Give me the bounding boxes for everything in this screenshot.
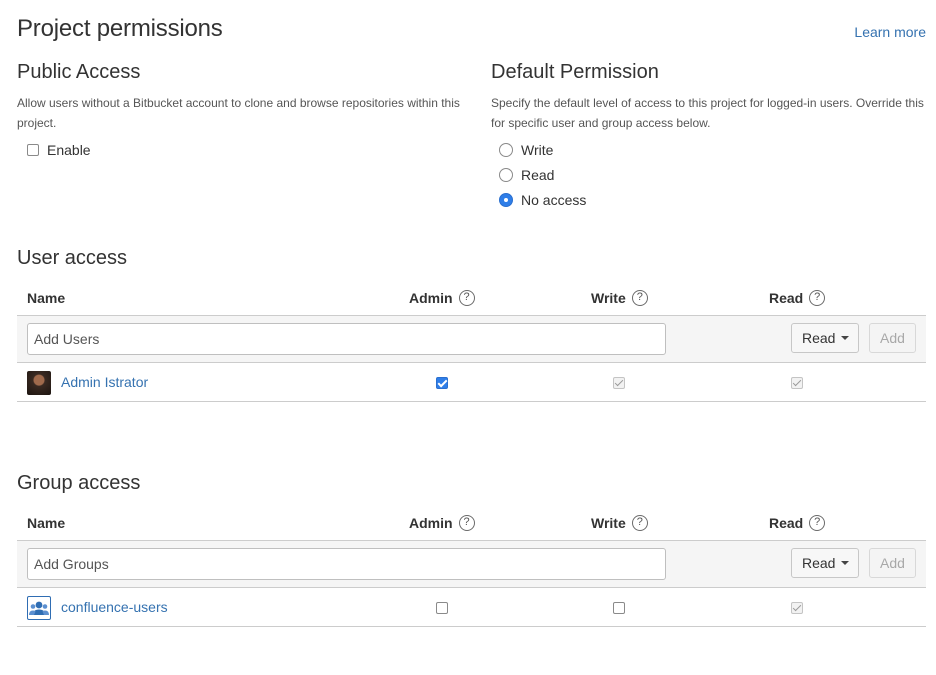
group-access-section: Group access Name Admin ? Write ? Read ?… bbox=[17, 472, 926, 627]
no-access-radio-label: No access bbox=[521, 191, 587, 208]
user-access-table-header: Name Admin ? Write ? Read ? bbox=[17, 280, 926, 315]
enable-label: Enable bbox=[47, 141, 91, 158]
read-column-header: Read ? bbox=[769, 505, 826, 540]
default-permission-description: Specify the default level of access to t… bbox=[491, 96, 924, 130]
name-column-header: Name bbox=[27, 289, 66, 306]
user-permission-dropdown[interactable]: Read bbox=[791, 323, 859, 353]
add-users-row: Read Add bbox=[17, 315, 926, 363]
read-permission-checkbox bbox=[791, 602, 803, 614]
table-row: Admin Istrator bbox=[17, 363, 926, 402]
public-access-panel: Public Access Allow users without a Bitb… bbox=[17, 61, 467, 162]
admin-permission-checkbox[interactable] bbox=[436, 602, 448, 614]
add-groups-input[interactable] bbox=[27, 548, 666, 580]
user-name-link[interactable]: Admin Istrator bbox=[61, 374, 148, 390]
write-permission-checkbox bbox=[613, 377, 625, 389]
write-radio-label: Write bbox=[521, 141, 554, 158]
read-column-header: Read ? bbox=[769, 280, 826, 315]
name-column-header: Name bbox=[27, 514, 66, 531]
question-circle-icon[interactable]: ? bbox=[458, 289, 475, 306]
chevron-down-icon bbox=[841, 336, 850, 340]
write-permission-checkbox[interactable] bbox=[613, 602, 625, 614]
public-access-title: Public Access bbox=[17, 61, 141, 83]
admin-column-header: Admin ? bbox=[409, 280, 475, 315]
no-access-radio[interactable] bbox=[499, 192, 513, 207]
user-access-section: User access Name Admin ? Write ? Read ? … bbox=[17, 247, 926, 402]
default-permission-title: Default Permission bbox=[491, 61, 659, 83]
read-radio[interactable] bbox=[499, 167, 513, 182]
public-access-description: Allow users without a Bitbucket account … bbox=[17, 96, 460, 130]
chevron-down-icon bbox=[841, 561, 850, 565]
admin-column-header: Admin ? bbox=[409, 505, 475, 540]
add-group-button[interactable]: Add bbox=[869, 548, 916, 578]
read-radio-label: Read bbox=[521, 166, 555, 183]
group-name-link[interactable]: confluence-users bbox=[61, 599, 168, 615]
admin-permission-checkbox[interactable] bbox=[436, 377, 448, 389]
learn-more-link[interactable]: Learn more bbox=[854, 24, 926, 40]
question-circle-icon[interactable]: ? bbox=[458, 514, 475, 531]
read-permission-checkbox bbox=[791, 377, 803, 389]
group-access-title: Group access bbox=[17, 472, 141, 494]
write-column-header: Write ? bbox=[591, 505, 648, 540]
default-permission-write[interactable]: Write bbox=[491, 137, 931, 162]
enable-public-access[interactable]: Enable bbox=[17, 137, 467, 162]
group-access-table-header: Name Admin ? Write ? Read ? bbox=[17, 505, 926, 540]
group-permission-dropdown[interactable]: Read bbox=[791, 548, 859, 578]
question-circle-icon[interactable]: ? bbox=[631, 514, 648, 531]
write-radio[interactable] bbox=[499, 142, 513, 157]
user-access-title: User access bbox=[17, 247, 128, 269]
group-icon bbox=[27, 596, 51, 620]
table-row: confluence-users bbox=[17, 588, 926, 627]
add-groups-row: Read Add bbox=[17, 540, 926, 588]
default-permission-no-access[interactable]: No access bbox=[491, 187, 931, 212]
default-permission-read[interactable]: Read bbox=[491, 162, 931, 187]
add-users-input[interactable] bbox=[27, 323, 666, 355]
default-permission-panel: Default Permission Specify the default l… bbox=[491, 61, 931, 212]
write-column-header: Write ? bbox=[591, 280, 648, 315]
question-circle-icon[interactable]: ? bbox=[809, 514, 826, 531]
enable-public-access-checkbox[interactable] bbox=[27, 143, 39, 156]
page-title: Project permissions bbox=[17, 15, 223, 42]
add-user-button[interactable]: Add bbox=[869, 323, 916, 353]
user-avatar bbox=[27, 371, 51, 395]
question-circle-icon[interactable]: ? bbox=[631, 289, 648, 306]
question-circle-icon[interactable]: ? bbox=[809, 289, 826, 306]
